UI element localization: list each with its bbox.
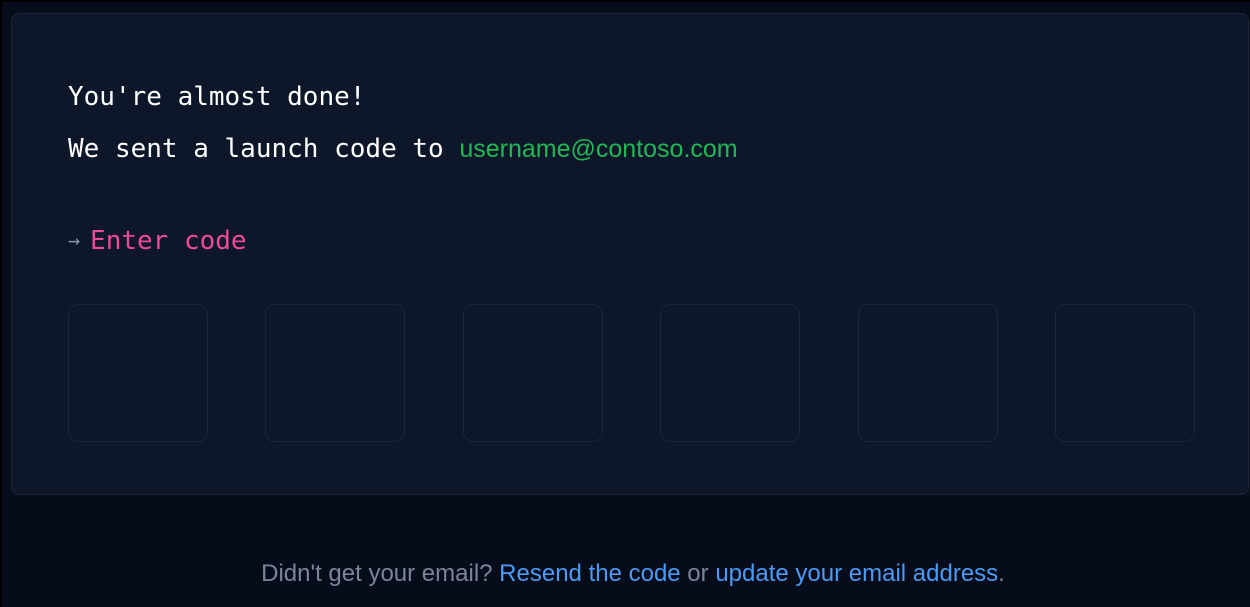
page: You're almost done! We sent a launch cod… bbox=[0, 0, 1250, 607]
code-digit-2[interactable] bbox=[265, 304, 405, 442]
email-address: username@contoso.com bbox=[459, 135, 738, 163]
code-digit-4[interactable] bbox=[660, 304, 800, 442]
arrow-right-icon: → bbox=[68, 228, 81, 252]
verification-card: You're almost done! We sent a launch cod… bbox=[11, 13, 1249, 495]
heading-almost-done: You're almost done! bbox=[68, 82, 366, 112]
enter-code-prompt: → Enter code bbox=[68, 226, 247, 256]
enter-code-label: Enter code bbox=[90, 226, 247, 256]
heading-sent-code: We sent a launch code to username@contos… bbox=[68, 134, 738, 164]
resend-code-link[interactable]: Resend the code bbox=[499, 560, 680, 587]
sent-code-text: We sent a launch code to bbox=[68, 134, 460, 164]
code-digit-6[interactable] bbox=[1055, 304, 1195, 442]
footer-connector: or bbox=[680, 560, 716, 587]
footer-question: Didn't get your email? bbox=[261, 560, 500, 587]
footer-help-text: Didn't get your email? Resend the code o… bbox=[2, 560, 1250, 588]
code-input-group bbox=[68, 304, 1196, 442]
code-digit-1[interactable] bbox=[68, 304, 208, 442]
code-digit-5[interactable] bbox=[858, 304, 998, 442]
update-email-link[interactable]: update your email address bbox=[715, 560, 998, 587]
code-digit-3[interactable] bbox=[463, 304, 603, 442]
footer-end: . bbox=[998, 560, 1005, 587]
